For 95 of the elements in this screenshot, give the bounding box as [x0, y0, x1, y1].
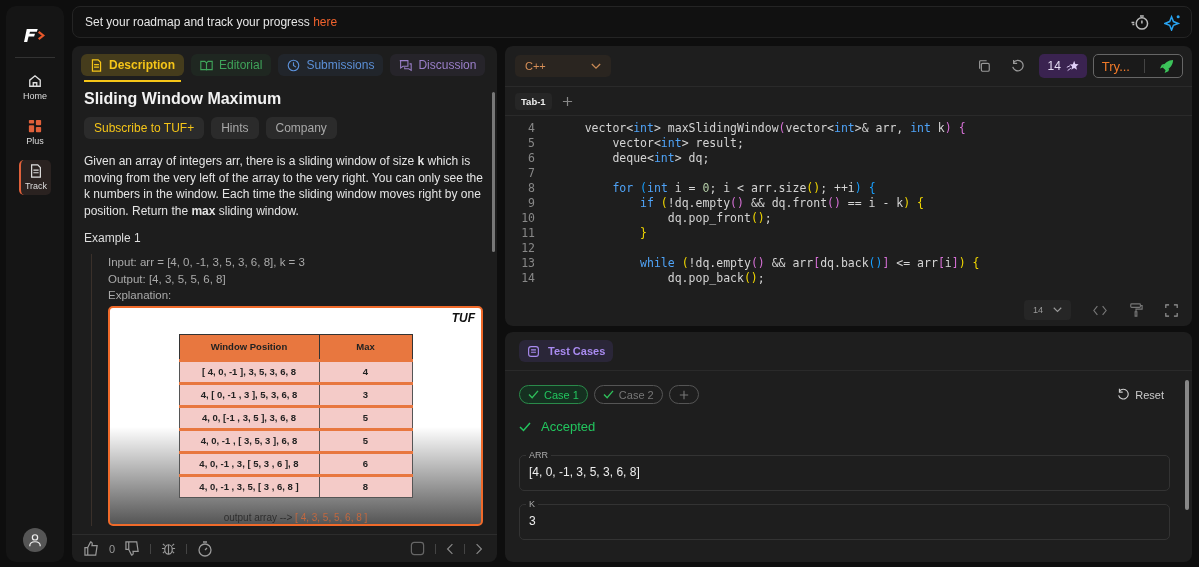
line-number: 5: [527, 136, 536, 151]
table-header: Window Position: [179, 334, 319, 360]
panel-tab[interactable]: Editorial: [191, 54, 272, 76]
code-line: vector<int> maxSlidingWindow(vector<int>& arr, int k) {: [583, 121, 966, 136]
plus-icon: [678, 389, 689, 400]
example-line: Input: arr = [4, 0, -1, 3, 5, 3, 6, 8], k = 3: [108, 255, 306, 270]
caption-value: [ 4, 3, 5, 5, 6, 8 ]: [295, 511, 368, 523]
code-line: deque<int> dq;: [611, 151, 710, 166]
line-number: 6: [527, 151, 536, 166]
try-button[interactable]: Try...: [1092, 54, 1183, 78]
fullscreen-icon[interactable]: [1165, 303, 1178, 317]
code-line: if (!dq.empty() && dq.front() == i - k) {: [639, 196, 925, 211]
code-line: for (int i = 0; i < arr.size(); ++i) {: [611, 181, 876, 196]
user-avatar[interactable]: [23, 528, 47, 552]
status-text: Accepted: [519, 419, 1170, 434]
reset-icon: [1117, 388, 1131, 401]
chat-icon: [399, 58, 413, 72]
problem-statement: Given an array of integers arr, there is a sliding window of size k which is moving from the very left of the array to the very right. You can only see the k numbers in the window. Each time the sliding window moves right by one position. Return the max sliding window.: [84, 153, 483, 219]
table-cell: 4, 0, -1 , 3, [ 5, 3 , 6 ], 8: [179, 452, 319, 475]
copy-icon[interactable]: [977, 59, 992, 73]
line-number: 9: [527, 196, 536, 211]
line-number: 4: [527, 121, 536, 136]
line-number: 10: [520, 211, 536, 226]
case-tab[interactable]: Case 2: [593, 385, 663, 404]
clock-icon: [287, 58, 301, 72]
code-line: while (!dq.empty() && arr[dq.back()] <= arr[i]) {: [639, 256, 980, 271]
line-number: 8: [527, 181, 536, 196]
streak-badge[interactable]: 14: [1039, 54, 1087, 78]
document-icon: [90, 58, 103, 72]
tag-button[interactable]: Company: [265, 117, 337, 139]
panel-tab[interactable]: Submissions: [278, 54, 384, 76]
check-icon: [528, 390, 539, 399]
like-count: 0: [109, 542, 116, 555]
example-line: Explanation:: [108, 288, 173, 303]
thumbs-up-icon[interactable]: [84, 541, 99, 556]
sparkle-icon[interactable]: [1164, 13, 1181, 31]
table-cell: 4, 0, [-1 , 3, 5 ], 3, 6, 8: [179, 406, 319, 429]
line-number: 14: [520, 271, 536, 286]
problem-title: Sliding Window Maximum: [84, 90, 283, 108]
code-line: vector<int> result;: [611, 136, 744, 151]
chevron-down-icon: [591, 62, 601, 70]
sidebar-item[interactable]: Home: [19, 70, 51, 105]
tuf-logo: TUF: [451, 310, 475, 325]
reset-button[interactable]: Reset: [1111, 387, 1170, 402]
thumbs-down-icon[interactable]: [125, 541, 141, 556]
code-line: dq.pop_back();: [666, 271, 765, 286]
rocket-icon: [1159, 58, 1174, 74]
reset-icon[interactable]: [1011, 59, 1026, 73]
here-link[interactable]: here: [313, 15, 338, 29]
case-tab[interactable]: Case 1: [519, 385, 588, 404]
book-icon: [200, 58, 213, 72]
grid-icon: [28, 119, 42, 133]
table-cell: [ 4, 0, -1 ], 3, 5, 3, 6, 8: [179, 360, 319, 383]
chevron-down-icon: [1053, 307, 1062, 313]
document-icon: [29, 164, 43, 178]
language-dropdown[interactable]: C++: [515, 55, 611, 77]
input-field[interactable]: K 3: [519, 499, 1170, 540]
square-icon[interactable]: [410, 541, 425, 556]
timer-icon[interactable]: [197, 540, 214, 557]
home-icon: [28, 74, 42, 88]
table-cell: 8: [319, 475, 412, 497]
next-icon[interactable]: [475, 542, 483, 555]
code-line: }: [639, 226, 647, 241]
test-cases-tab[interactable]: Test Cases: [519, 340, 614, 362]
code-line: dq.pop_front();: [666, 211, 772, 226]
banner-text: Set your roadmap and track your progress here: [85, 15, 338, 29]
line-number: 13: [520, 256, 536, 271]
line-number: 11: [520, 226, 536, 241]
table-cell: 4, 0, -1 , [ 3, 5, 3 ], 6, 8: [179, 429, 319, 452]
shooting-star-icon: [1065, 59, 1079, 73]
line-number: 12: [520, 241, 536, 256]
table-cell: 4, 0, -1 , 3, 5, [ 3 , 6, 8 ]: [179, 475, 319, 497]
code-icon[interactable]: [1093, 304, 1107, 316]
add-tab-icon[interactable]: [561, 95, 573, 107]
table-header: Max: [319, 334, 412, 360]
sidebar-item[interactable]: Track: [18, 160, 52, 195]
paint-roller-icon[interactable]: [1129, 303, 1143, 317]
previous-icon[interactable]: [446, 542, 454, 555]
input-field[interactable]: ARR [4, 0, -1, 3, 5, 3, 6, 8]: [519, 450, 1170, 491]
test-list-icon: [527, 344, 540, 358]
check-icon: [519, 421, 531, 432]
tag-button[interactable]: Hints: [211, 117, 259, 139]
line-number: 7: [527, 166, 536, 181]
example-line: Output: [4, 3, 5, 5, 6, 8]: [108, 271, 227, 287]
stopwatch-icon[interactable]: [1130, 13, 1150, 31]
check-icon: [602, 390, 614, 399]
font-size-dropdown[interactable]: 14: [1024, 300, 1071, 320]
table-cell: 4, [ 0, -1 , 3 ], 5, 3, 6, 8: [179, 383, 319, 406]
tag-button[interactable]: Subscribe to TUF+: [84, 117, 205, 139]
example-title: Example 1: [84, 231, 142, 245]
bug-icon[interactable]: [161, 541, 177, 556]
panel-tab[interactable]: Discussion: [390, 54, 486, 76]
file-tab[interactable]: Tab-1: [515, 92, 552, 110]
sidebar-item[interactable]: Plus: [22, 115, 48, 150]
logo-icon: [24, 28, 46, 43]
